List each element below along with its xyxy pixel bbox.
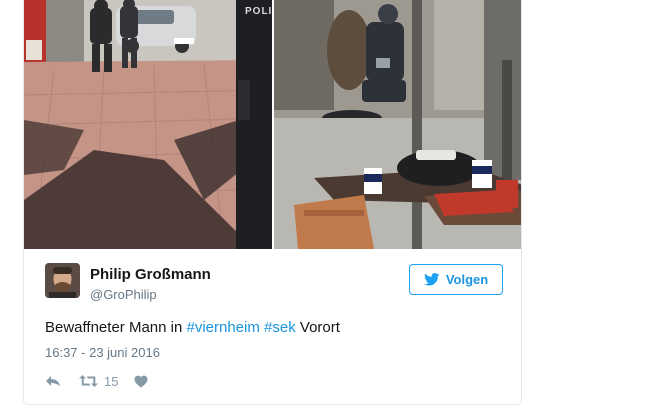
retweet-icon [79, 375, 98, 387]
author-name[interactable]: Philip Großmann [90, 266, 211, 283]
hashtag-viernheim[interactable]: #viernheim [186, 319, 259, 336]
tweet-text-start: Bewaffneter Mann in [45, 319, 187, 336]
hashtag-sek[interactable]: #sek [264, 319, 296, 336]
like-button[interactable] [134, 375, 148, 388]
twitter-bird-icon [423, 273, 440, 286]
follow-button-label: Volgen [445, 272, 489, 287]
tweet-card: POLIZ [23, 0, 522, 405]
photo-street-police[interactable]: POLIZ [24, 0, 272, 249]
photo-restaurant-sek[interactable] [274, 0, 521, 249]
tweet-text: Bewaffneter Mann in #viernheim #sek Voro… [45, 319, 340, 336]
reply-button[interactable] [45, 375, 61, 387]
tweet-text-end: Vorort [295, 319, 340, 336]
reply-icon [46, 376, 60, 387]
police-vest-text: POLIZ [245, 6, 272, 17]
author-handle[interactable]: @GroPhilip [90, 287, 157, 302]
tweet-actions: 15 [45, 372, 148, 390]
follow-button[interactable]: Volgen [409, 264, 503, 295]
avatar[interactable] [45, 263, 80, 298]
retweet-count: 15 [104, 373, 119, 389]
heart-icon [134, 375, 148, 387]
retweet-button[interactable]: 15 [79, 374, 118, 389]
tweet-timestamp[interactable]: 16:37 - 23 juni 2016 [45, 345, 160, 360]
tweet-media[interactable]: POLIZ [24, 0, 521, 249]
